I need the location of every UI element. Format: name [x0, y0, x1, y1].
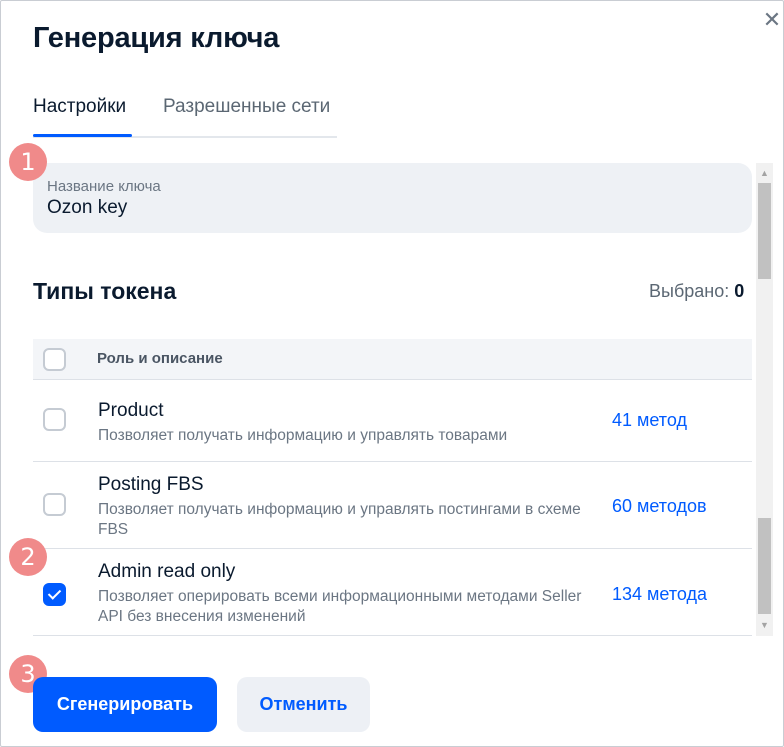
arrow-down-icon[interactable]: ▼ — [756, 617, 773, 634]
active-tab-indicator — [33, 134, 132, 137]
scroll-content: Название ключа Типы токена Выбрано: 0 Ро… — [0, 163, 756, 636]
scrollbar[interactable]: ▲ ▼ — [756, 163, 773, 636]
select-all-checkbox[interactable] — [43, 348, 66, 371]
table-header-role: Роль и описание — [97, 350, 223, 367]
row-name: Product — [98, 400, 164, 421]
posting-fbs-checkbox[interactable] — [43, 493, 66, 516]
cancel-button[interactable]: Отменить — [237, 677, 370, 732]
row-description: Позволяет оперировать всеми информационн… — [98, 588, 582, 625]
arrow-up-icon[interactable]: ▲ — [756, 165, 773, 182]
table-row-product: Product Позволяет получать информацию и … — [33, 380, 752, 462]
table-row-posting-fbs: Posting FBS Позволяет получать информаци… — [33, 462, 752, 549]
row-name: Admin read only — [98, 561, 236, 582]
key-name-label: Название ключа — [47, 178, 161, 195]
selected-count: Выбрано: 0 — [649, 281, 744, 302]
row-methods-link[interactable]: 134 метода — [612, 584, 707, 605]
tab-allowed-networks[interactable]: Разрешенные сети — [163, 96, 330, 118]
scrollbar-thumb-upper[interactable] — [758, 183, 771, 279]
dialog-title: Генерация ключа — [33, 22, 280, 54]
scrollbar-thumb[interactable] — [758, 518, 771, 614]
tab-settings[interactable]: Настройки — [33, 96, 132, 137]
product-checkbox[interactable] — [43, 408, 66, 431]
admin-read-only-checkbox[interactable] — [43, 583, 66, 606]
table-row-admin-read-only: Admin read only Позволяет оперировать вс… — [33, 549, 752, 636]
tab-settings-label: Настройки — [33, 96, 127, 117]
selected-value: 0 — [734, 281, 745, 301]
close-icon[interactable]: ✕ — [760, 8, 784, 32]
key-name-input[interactable] — [47, 197, 738, 219]
table-header: Роль и описание — [33, 339, 752, 380]
token-types-title: Типы токена — [33, 278, 177, 304]
step-badge-1: 1 — [9, 143, 47, 181]
row-description: Позволяет получать информацию и управлят… — [98, 427, 508, 444]
selected-label: Выбрано: — [649, 281, 730, 301]
key-name-field[interactable]: Название ключа — [33, 163, 752, 233]
tab-bar: Настройки Разрешенные сети — [33, 96, 337, 138]
row-description: Позволяет получать информацию и управлят… — [98, 501, 581, 538]
step-badge-2: 2 — [9, 538, 47, 576]
row-name: Posting FBS — [98, 474, 204, 495]
row-methods-link[interactable]: 60 методов — [612, 496, 707, 517]
generate-button[interactable]: Сгенерировать — [33, 677, 217, 732]
row-methods-link[interactable]: 41 метод — [612, 410, 687, 431]
